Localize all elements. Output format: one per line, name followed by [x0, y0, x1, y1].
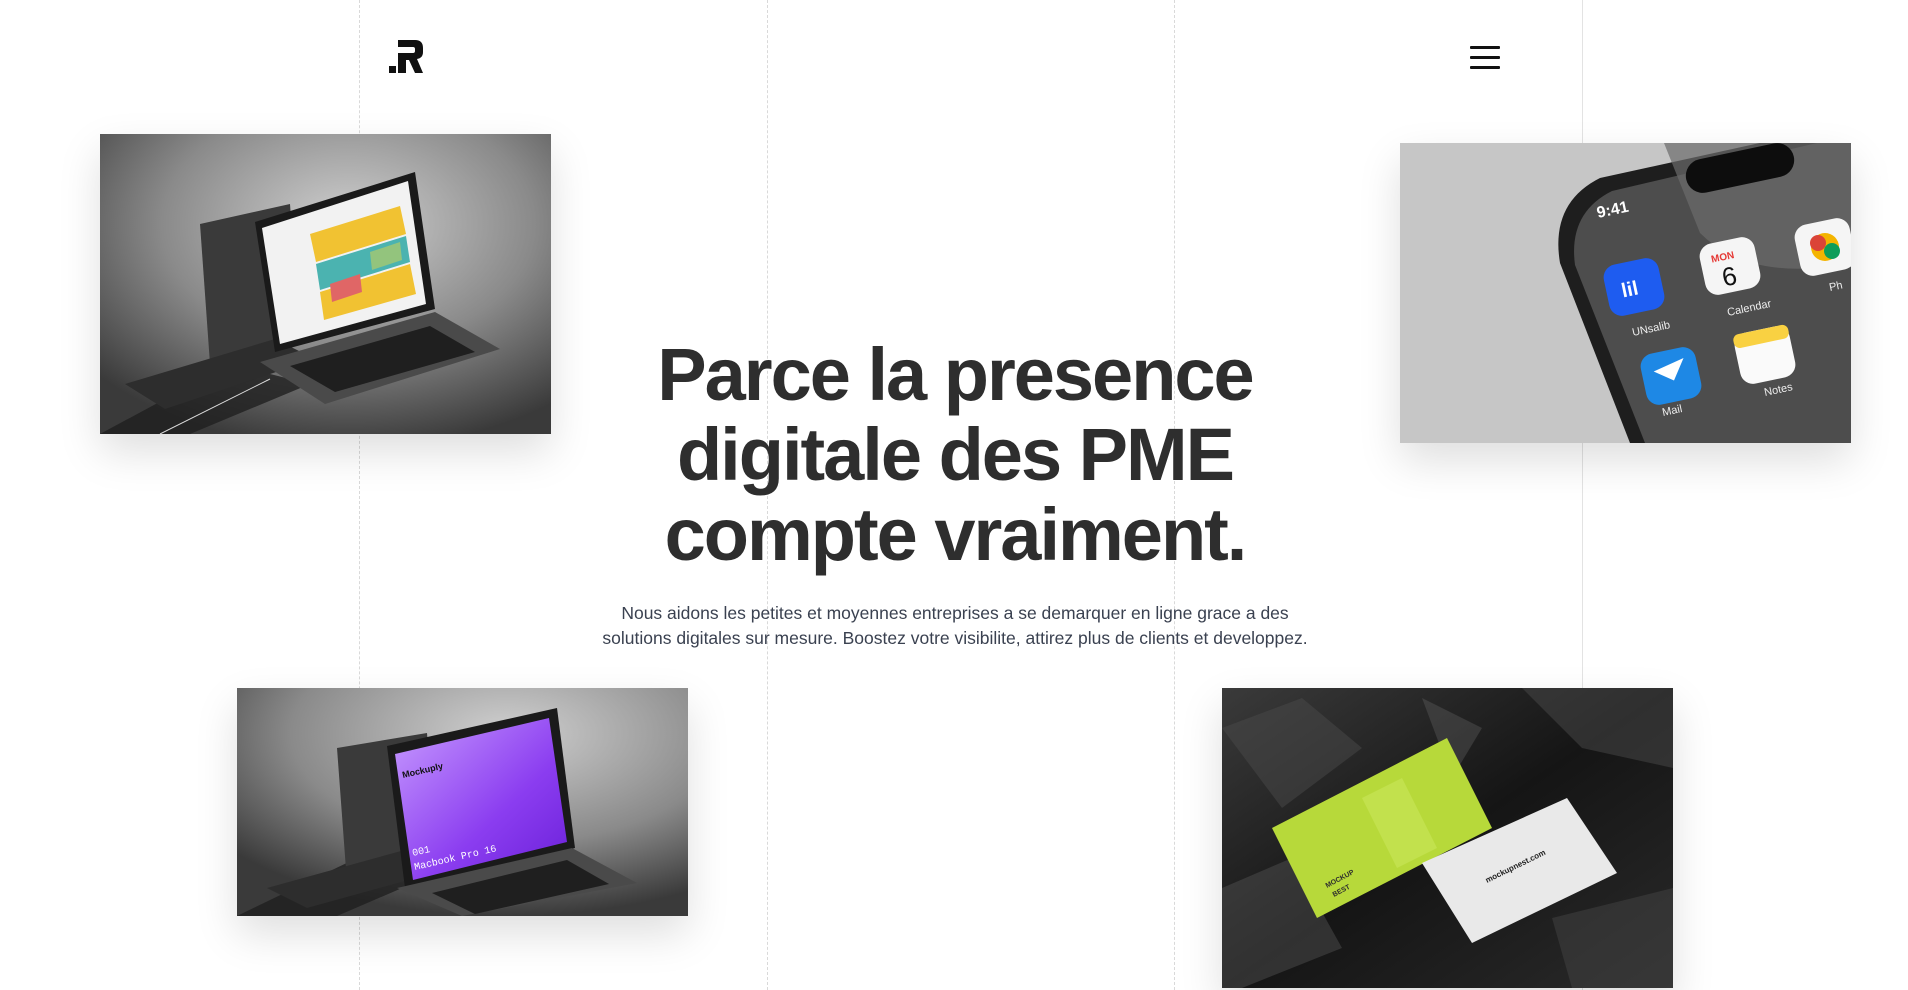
hero-title-line: digitale des PME	[676, 413, 1235, 496]
hero-section: Parce la presence digitale des PME compt…	[560, 335, 1350, 651]
phone-mockup-image: 9:41 lil UNsalib MON 6 Calendar Ph Mail …	[1400, 143, 1851, 443]
hamburger-menu-icon[interactable]	[1470, 46, 1500, 72]
laptop-mockup-image	[100, 134, 551, 434]
hero-title: Parce la presence digitale des PME compt…	[560, 335, 1350, 575]
hero-subtitle: Nous aidons les petites et moyennes entr…	[585, 601, 1325, 651]
hero-subtitle-line: solutions digitales sur mesure. Boostez …	[602, 628, 1308, 648]
business-cards-mockup-image: MOCKUP BEST mockupnest.com	[1222, 688, 1673, 988]
laptop-mockup-image: Mockuply 001 Macbook Pro 16	[237, 688, 688, 916]
hero-title-line: compte vraiment.	[664, 493, 1248, 576]
hero-subtitle-line: Nous aidons les petites et moyennes entr…	[621, 603, 1289, 623]
hero-title-line: Parce la presence	[657, 333, 1254, 416]
brand-r-logo-icon[interactable]	[389, 40, 423, 74]
